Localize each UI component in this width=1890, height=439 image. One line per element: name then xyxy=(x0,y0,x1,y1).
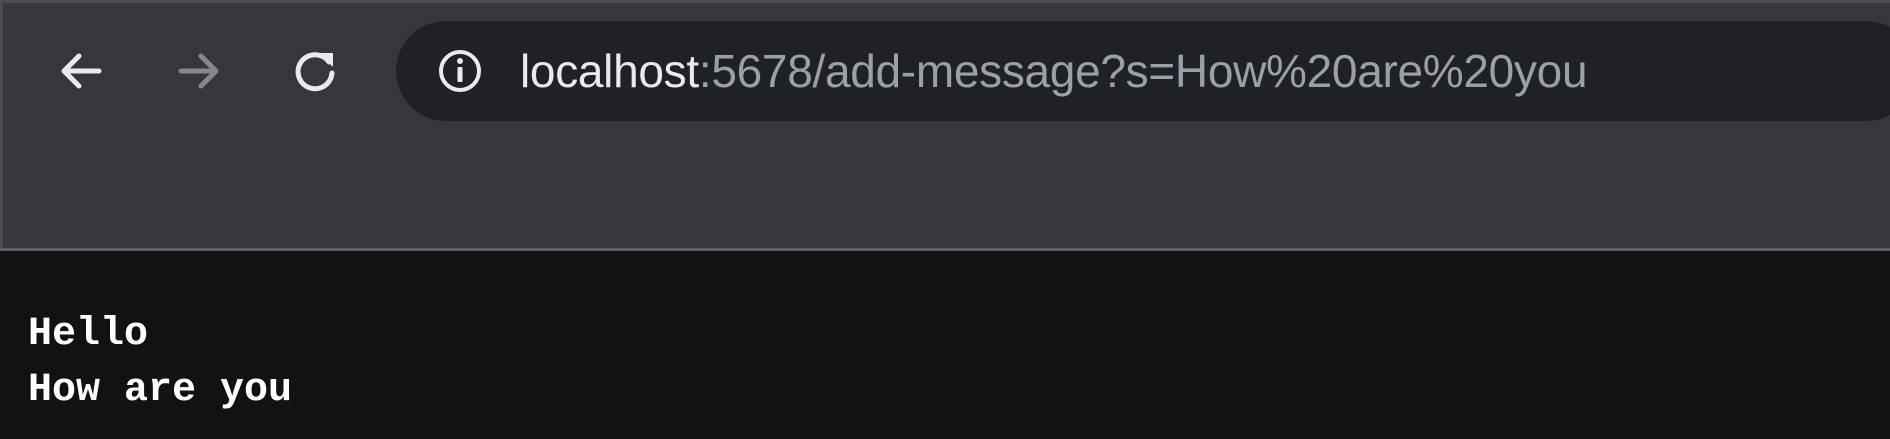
url-host: localhost xyxy=(520,45,699,97)
url-path: :5678/add-message?s=How%20are%20you xyxy=(698,45,1588,97)
reload-icon xyxy=(295,52,335,92)
reload-button[interactable] xyxy=(285,41,345,101)
message-line: How are you xyxy=(28,368,293,413)
message-list: Hello How are you xyxy=(28,307,292,419)
browser-window: localhost:5678/add-message?s=How%20are%2… xyxy=(0,0,1890,439)
browser-toolbar: localhost:5678/add-message?s=How%20are%2… xyxy=(0,0,1890,248)
forward-button[interactable] xyxy=(169,41,229,101)
address-bar[interactable]: localhost:5678/add-message?s=How%20are%2… xyxy=(396,21,1890,121)
arrow-left-icon xyxy=(61,53,102,89)
url-text[interactable]: localhost:5678/add-message?s=How%20are%2… xyxy=(520,41,1588,101)
back-button[interactable] xyxy=(51,41,111,101)
info-icon[interactable] xyxy=(436,47,484,95)
message-line: Hello xyxy=(28,312,149,357)
arrow-right-icon xyxy=(178,53,219,89)
page-content: Hello How are you xyxy=(0,251,1890,439)
